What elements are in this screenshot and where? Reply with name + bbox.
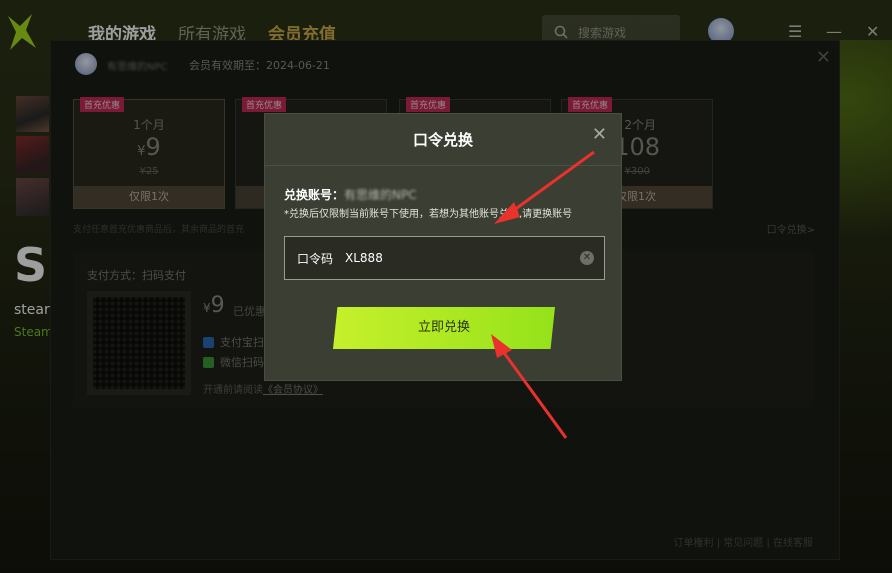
account-row: 兑换账号：有思维的NPC [284, 186, 417, 203]
redeem-now-button[interactable]: 立即兑换 [333, 307, 555, 349]
code-input[interactable]: 口令码 XL888 ✕ [284, 236, 605, 280]
account-value: 有思维的NPC [344, 188, 417, 202]
account-label: 兑换账号： [284, 188, 345, 202]
code-value: XL888 [345, 251, 383, 265]
close-icon[interactable]: ✕ [592, 124, 607, 145]
redeem-hint: *兑换后仅限制当前账号下使用，若想为其他账号兑换,请更换账号 [284, 209, 573, 220]
code-label: 口令码 [297, 251, 334, 266]
dialog-title: 口令兑换 [265, 114, 621, 166]
code-redeem-dialog: 口令兑换 ✕ 兑换账号：有思维的NPC *兑换后仅限制当前账号下使用，若想为其他… [264, 113, 622, 381]
clear-icon[interactable]: ✕ [580, 251, 594, 265]
